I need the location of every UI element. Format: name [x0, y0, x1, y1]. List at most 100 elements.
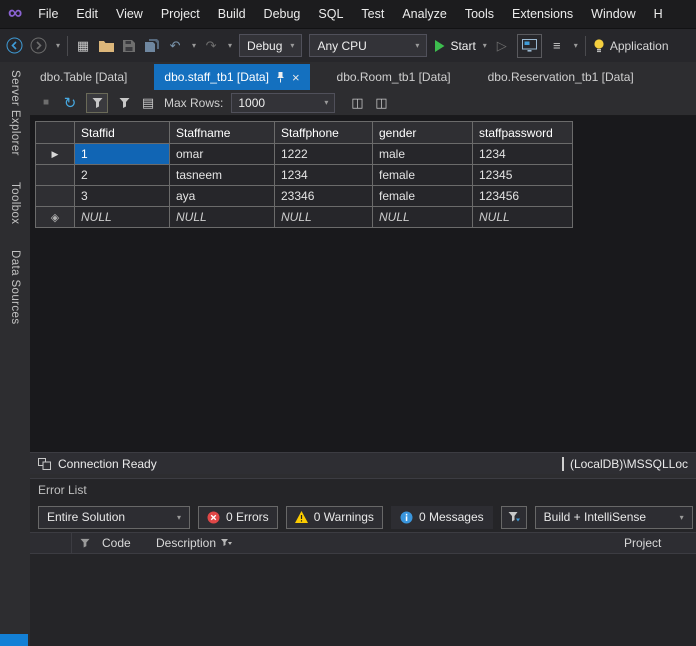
save-all-icon[interactable] — [144, 35, 160, 57]
grid-cell[interactable]: NULL — [473, 207, 573, 228]
menu-item-test[interactable]: Test — [352, 0, 393, 28]
hot-reload-icon[interactable]: ▷ — [494, 35, 510, 57]
redo-icon[interactable]: ↷ — [203, 35, 219, 57]
close-icon[interactable]: × — [292, 71, 300, 84]
script-pane-icon[interactable]: ◫ — [349, 92, 365, 114]
menu-item-sql[interactable]: SQL — [309, 0, 352, 28]
grid-cell-selected[interactable]: 1 — [75, 144, 170, 165]
application-insights-button[interactable]: Application — [593, 39, 669, 53]
undo-dropdown-icon[interactable]: ▾ — [192, 41, 196, 50]
project-column-header[interactable]: Project — [624, 536, 696, 550]
errors-filter-button[interactable]: 0 Errors — [198, 505, 278, 529]
warnings-filter-button[interactable]: 0 Warnings — [285, 505, 383, 529]
solution-configuration-dropdown[interactable]: Debug ▾ — [239, 34, 303, 57]
grid-cell[interactable]: 1234 — [473, 144, 573, 165]
column-header-staffphone[interactable]: Staffphone — [275, 121, 373, 144]
workspace: Server Explorer Toolbox Data Sources dbo… — [0, 62, 696, 646]
filter-icon[interactable] — [116, 92, 132, 114]
step-commands-icon[interactable]: ≡ — [549, 35, 565, 57]
stop-query-icon[interactable]: ■ — [38, 92, 54, 114]
messages-filter-button[interactable]: 0 Messages — [390, 505, 493, 529]
description-column-header[interactable]: Description — [156, 536, 624, 550]
grid-cell[interactable]: NULL — [373, 207, 473, 228]
open-folder-icon[interactable] — [98, 35, 114, 57]
grid-cell[interactable]: 123456 — [473, 186, 573, 207]
grid-cell[interactable]: 1222 — [275, 144, 373, 165]
navigation-dropdown-icon[interactable]: ▾ — [56, 41, 60, 50]
row-selector[interactable] — [35, 186, 75, 207]
application-frame-button[interactable] — [516, 33, 542, 58]
connection-status-bar: Connection Ready (LocalDB)\MSSQLLoc — [30, 452, 696, 474]
menu-item-file[interactable]: File — [29, 0, 67, 28]
max-rows-dropdown[interactable]: 1000 ▾ — [231, 92, 336, 113]
script-icon[interactable]: ▤ — [140, 92, 156, 114]
code-column-header[interactable]: Code — [98, 536, 156, 550]
menu-item-debug[interactable]: Debug — [255, 0, 310, 28]
sidebar-item-data-sources[interactable]: Data Sources — [9, 250, 21, 324]
filter-toggle-button[interactable] — [86, 92, 108, 113]
grid-cell[interactable]: NULL — [75, 207, 170, 228]
menu-item-tools[interactable]: Tools — [456, 0, 503, 28]
menu-item-analyze[interactable]: Analyze — [393, 0, 455, 28]
column-filter-icon — [221, 539, 233, 546]
start-debug-button[interactable]: Start ▾ — [434, 39, 487, 53]
column-header-gender[interactable]: gender — [373, 121, 473, 144]
grid-cell[interactable]: NULL — [170, 207, 275, 228]
sidebar-item-server-explorer[interactable]: Server Explorer — [9, 70, 21, 156]
menu-item-edit[interactable]: Edit — [67, 0, 107, 28]
filter-settings-button[interactable] — [500, 505, 527, 529]
grid-cell[interactable]: omar — [170, 144, 275, 165]
severity-column-header[interactable] — [30, 533, 72, 553]
play-icon — [435, 39, 445, 52]
sidebar-item-toolbox[interactable]: Toolbox — [9, 182, 21, 224]
messages-count-label: 0 Messages — [418, 510, 484, 524]
menu-item-project[interactable]: Project — [152, 0, 209, 28]
undo-icon[interactable]: ↶ — [167, 35, 183, 57]
grid-cell[interactable]: 23346 — [275, 186, 373, 207]
menu-item-help[interactable]: H — [645, 0, 672, 28]
tab-label: dbo.Room_tb1 [Data] — [336, 70, 451, 84]
column-header-staffid[interactable]: Staffid — [75, 121, 170, 144]
grid-cell[interactable]: female — [373, 165, 473, 186]
script-file-pane-icon[interactable]: ◫ — [373, 92, 389, 114]
redo-dropdown-icon[interactable]: ▾ — [228, 41, 232, 50]
navigate-forward-icon[interactable] — [30, 35, 47, 57]
source-dropdown[interactable]: Build + IntelliSense ▾ — [534, 505, 693, 529]
save-icon[interactable] — [121, 35, 137, 57]
tab-dbo-reservation-tb1-data[interactable]: dbo.Reservation_tb1 [Data] — [478, 64, 644, 90]
menu-item-window[interactable]: Window — [582, 0, 644, 28]
grid-cell[interactable]: 3 — [75, 186, 170, 207]
scope-dropdown[interactable]: Entire Solution ▾ — [38, 505, 190, 529]
grid-cell[interactable]: female — [373, 186, 473, 207]
row-selector[interactable] — [35, 165, 75, 186]
refresh-icon[interactable]: ↻ — [62, 92, 78, 114]
menu-item-build[interactable]: Build — [209, 0, 255, 28]
error-list-column-headers: Code Description Project — [30, 532, 696, 554]
grid-cell[interactable]: male — [373, 144, 473, 165]
grid-cell[interactable]: 1234 — [275, 165, 373, 186]
severity-filter-icon[interactable] — [72, 533, 98, 553]
row-selector[interactable]: ◈ — [35, 207, 75, 228]
solution-platform-dropdown[interactable]: Any CPU ▾ — [309, 34, 428, 57]
tool-window-strip: Server Explorer Toolbox Data Sources — [0, 62, 30, 646]
tab-dbo-table-data[interactable]: dbo.Table [Data] — [30, 64, 137, 90]
grid-cell[interactable]: 2 — [75, 165, 170, 186]
error-list-title: Error List — [38, 483, 87, 497]
grid-cell[interactable]: NULL — [275, 207, 373, 228]
tab-dbo-room-tb1-data[interactable]: dbo.Room_tb1 [Data] — [327, 64, 461, 90]
row-selector[interactable]: ▶ — [35, 144, 75, 165]
chevron-down-icon[interactable]: ▾ — [574, 41, 578, 50]
navigate-back-icon[interactable] — [6, 35, 23, 57]
new-project-icon[interactable]: ▦ — [75, 35, 91, 57]
chevron-down-icon: ▾ — [176, 512, 181, 522]
column-header-staffname[interactable]: Staffname — [170, 121, 275, 144]
tab-dbo-staff-tb1-data[interactable]: dbo.staff_tb1 [Data] × — [154, 64, 310, 90]
row-selector-header[interactable] — [35, 121, 75, 144]
grid-cell[interactable]: aya — [170, 186, 275, 207]
grid-cell[interactable]: tasneem — [170, 165, 275, 186]
column-header-staffpassword[interactable]: staffpassword — [473, 121, 573, 144]
pin-icon[interactable] — [276, 71, 285, 83]
menu-item-extensions[interactable]: Extensions — [503, 0, 582, 28]
menu-item-view[interactable]: View — [107, 0, 152, 28]
grid-cell[interactable]: 12345 — [473, 165, 573, 186]
